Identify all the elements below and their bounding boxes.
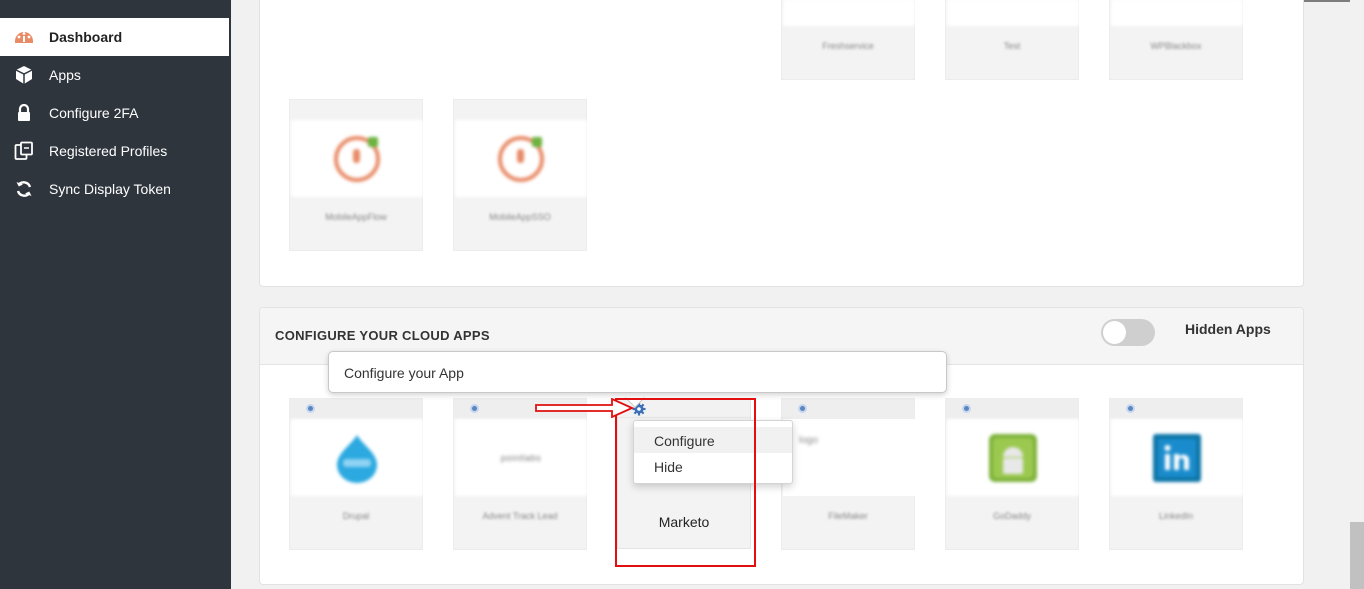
card-header xyxy=(946,399,1078,419)
sidebar-item-apps[interactable]: Apps xyxy=(0,56,229,94)
toggle-knob xyxy=(1103,321,1126,344)
app-card-filemaker[interactable]: logo FileMaker xyxy=(781,398,915,550)
app-name: MobileAppFlow xyxy=(325,212,387,222)
hidden-apps-toggle[interactable] xyxy=(1101,319,1155,346)
app-card[interactable]: Freshservice xyxy=(781,0,915,80)
dashboard-gauge-icon xyxy=(13,26,35,48)
sidebar: Dashboard Apps Configure 2FA Registered … xyxy=(0,0,231,589)
lock-icon xyxy=(13,102,35,124)
mobile-app-logo-icon xyxy=(498,135,544,182)
app-card[interactable]: Test xyxy=(945,0,1079,80)
highlight-box xyxy=(615,398,756,567)
tooltip-text: Configure your App xyxy=(344,365,464,381)
hidden-apps-label: Hidden Apps xyxy=(1185,321,1271,337)
app-name: LinkedIn xyxy=(1158,511,1194,521)
panel-title: CONFIGURE YOUR CLOUD APPS xyxy=(275,328,490,343)
app-name: Test xyxy=(1003,41,1021,51)
app-logo xyxy=(947,419,1079,496)
settings-dot-icon[interactable] xyxy=(798,404,807,413)
app-name: Freshservice xyxy=(822,41,874,51)
app-name: MobileAppSSO xyxy=(489,212,551,222)
app-logo xyxy=(783,0,915,26)
app-card[interactable]: MobileAppSSO xyxy=(453,99,587,251)
app-name: GoDaddy xyxy=(992,511,1032,521)
app-card-godaddy[interactable]: GoDaddy xyxy=(945,398,1079,550)
sidebar-item-configure-2fa[interactable]: Configure 2FA xyxy=(0,94,229,132)
app-name: Drupal xyxy=(342,511,370,521)
card-header xyxy=(782,399,914,419)
app-logo: logo xyxy=(783,419,915,496)
app-logo xyxy=(291,120,423,197)
app-logo xyxy=(455,120,587,197)
sidebar-item-label: Dashboard xyxy=(49,29,123,45)
settings-dot-icon[interactable] xyxy=(1126,404,1135,413)
annotation-arrow-icon xyxy=(535,398,634,418)
settings-dot-icon[interactable] xyxy=(962,404,971,413)
app-card-linkedin[interactable]: LinkedIn xyxy=(1109,398,1243,550)
settings-dot-icon[interactable] xyxy=(470,404,479,413)
app-card[interactable]: WPBlackbox xyxy=(1109,0,1243,80)
sidebar-item-label: Registered Profiles xyxy=(49,143,168,159)
drupal-logo-icon xyxy=(337,434,377,483)
app-card-advent-track-lead[interactable]: pointlabs Advent Track Lead xyxy=(453,398,587,550)
card-header xyxy=(1110,399,1242,419)
refresh-icon xyxy=(13,178,35,200)
sidebar-item-label: Sync Display Token xyxy=(49,181,171,197)
app-logo xyxy=(1111,419,1243,496)
app-name: WPBlackbox xyxy=(1150,41,1202,51)
configure-app-tooltip: Configure your App xyxy=(328,351,947,393)
app-name: Advent Track Lead xyxy=(482,511,558,521)
app-logo: pointlabs xyxy=(455,419,587,496)
android-logo-icon xyxy=(989,433,1037,482)
app-logo xyxy=(291,419,423,496)
app-name: FileMaker xyxy=(828,511,868,521)
app-logo xyxy=(1111,0,1243,26)
card-header xyxy=(290,399,422,419)
sidebar-item-registered-profiles[interactable]: Registered Profiles xyxy=(0,132,229,170)
pointlabs-logo-icon: pointlabs xyxy=(500,452,542,463)
app-logo xyxy=(947,0,1079,26)
scrollbar-thumb[interactable] xyxy=(1350,522,1364,589)
linkedin-logo-icon xyxy=(1153,433,1201,482)
sidebar-item-sync-display-token[interactable]: Sync Display Token xyxy=(0,170,229,208)
sidebar-item-label: Configure 2FA xyxy=(49,105,139,121)
sidebar-item-label: Apps xyxy=(49,67,81,83)
sidebar-item-dashboard[interactable]: Dashboard xyxy=(0,18,229,56)
cube-icon xyxy=(13,64,35,86)
broken-image-icon: logo xyxy=(799,435,818,446)
settings-dot-icon[interactable] xyxy=(306,404,315,413)
app-card[interactable]: MobileAppFlow xyxy=(289,99,423,251)
clipboard-icon xyxy=(13,140,35,162)
app-card-drupal[interactable]: Drupal xyxy=(289,398,423,550)
mobile-app-logo-icon xyxy=(334,135,380,182)
